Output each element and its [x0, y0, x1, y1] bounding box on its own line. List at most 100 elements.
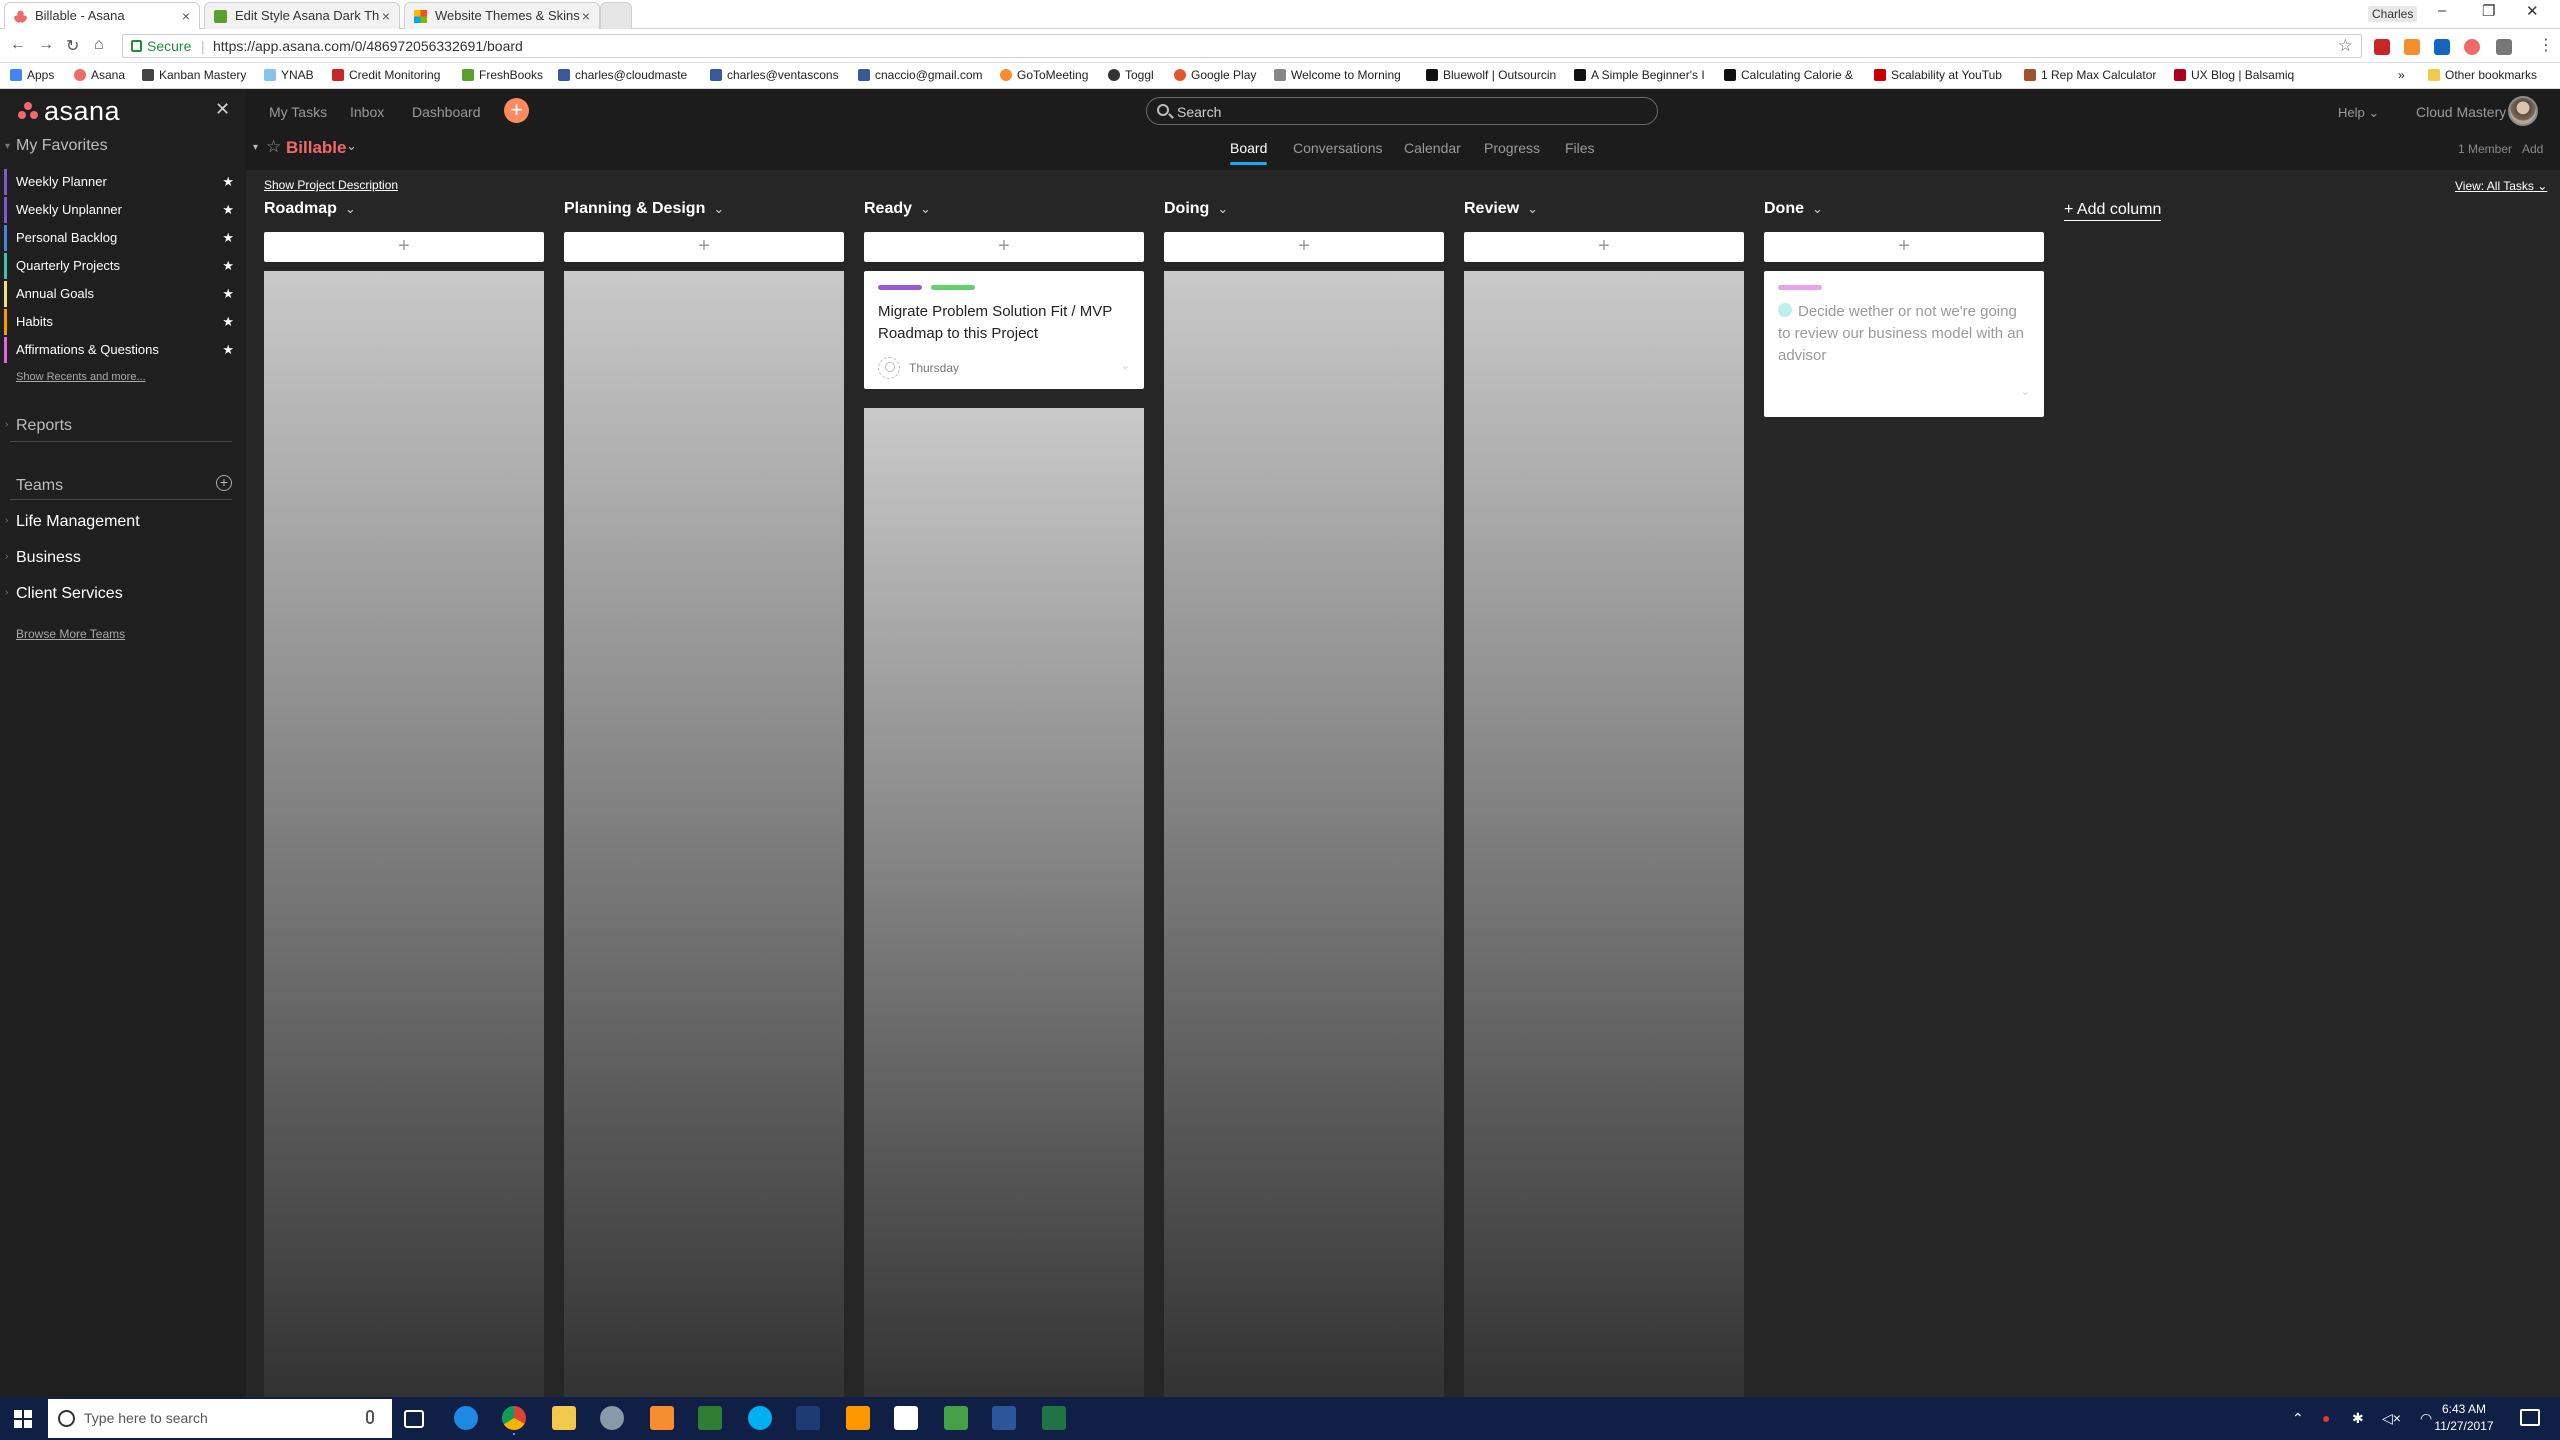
- firefox-icon[interactable]: [650, 1406, 674, 1430]
- favorite-weekly-unplanner[interactable]: Weekly Unplanner ★: [4, 197, 236, 223]
- browser-tab-website-themes[interactable]: Website Themes & Skins ×: [404, 2, 600, 29]
- bookmark-item[interactable]: Asana: [74, 68, 125, 82]
- card-menu-chevron-icon[interactable]: ⌄: [2021, 385, 2030, 398]
- bookmark-item[interactable]: charles@ventascons: [710, 68, 839, 82]
- quick-add-plus-button[interactable]: +: [504, 98, 529, 123]
- favorite-star-icon[interactable]: ☆: [266, 137, 281, 157]
- skype-icon[interactable]: [748, 1406, 772, 1430]
- collapse-caret-icon[interactable]: ▾: [5, 141, 10, 152]
- bookmark-item[interactable]: 1 Rep Max Calculator: [2024, 68, 2156, 82]
- reload-icon[interactable]: ↻: [66, 36, 79, 56]
- project-name[interactable]: Billable: [286, 138, 346, 158]
- bookmark-item[interactable]: charles@cloudmaste: [558, 68, 687, 82]
- windows-start-icon[interactable]: [14, 1410, 32, 1428]
- bookmark-item[interactable]: YNAB: [264, 68, 314, 82]
- star-icon[interactable]: ★: [222, 225, 234, 251]
- tab-conversations[interactable]: Conversations: [1293, 140, 1383, 156]
- excel-icon[interactable]: [1042, 1406, 1066, 1430]
- taskbar-search-input[interactable]: Type here to search: [48, 1399, 392, 1438]
- new-tab-button[interactable]: [600, 2, 632, 29]
- bookmark-item[interactable]: Apps: [10, 68, 54, 82]
- bookmark-item[interactable]: Kanban Mastery: [142, 68, 246, 82]
- project-menu-chevron-icon[interactable]: ⌄: [346, 138, 357, 154]
- back-arrow-icon[interactable]: ←: [10, 36, 26, 54]
- add-task-button[interactable]: +: [1164, 232, 1444, 262]
- nav-inbox[interactable]: Inbox: [350, 104, 384, 120]
- add-task-button[interactable]: +: [864, 232, 1144, 262]
- help-menu[interactable]: Help ⌄: [2338, 105, 2379, 121]
- star-icon[interactable]: ★: [222, 337, 234, 363]
- close-tab-icon[interactable]: ×: [182, 3, 190, 29]
- chrome-browser-icon[interactable]: [502, 1406, 526, 1430]
- tray-overflow-icon[interactable]: ⌃: [2292, 1410, 2304, 1427]
- chevron-down-icon[interactable]: ⌄: [1217, 201, 1228, 216]
- add-task-button[interactable]: +: [264, 232, 544, 262]
- people-app-icon[interactable]: [600, 1406, 624, 1430]
- add-member-link[interactable]: Add: [2522, 142, 2543, 156]
- star-icon[interactable]: ★: [222, 169, 234, 195]
- column-header[interactable]: Doing ⌄: [1164, 200, 1228, 218]
- task-card[interactable]: Migrate Problem Solution Fit / MVP Roadm…: [864, 271, 1144, 389]
- word-icon[interactable]: [992, 1406, 1016, 1430]
- extension-icon[interactable]: [2434, 39, 2450, 55]
- bookmark-item[interactable]: Scalability at YouTub: [1874, 68, 2002, 82]
- favorite-affirmations-questions[interactable]: Affirmations & Questions ★: [4, 337, 236, 363]
- bookmark-item[interactable]: UX Blog | Balsamiq: [2174, 68, 2294, 82]
- favorite-annual-goals[interactable]: Annual Goals ★: [4, 281, 236, 307]
- close-tab-icon[interactable]: ×: [582, 3, 590, 29]
- tray-settings-icon[interactable]: ✱: [2352, 1410, 2364, 1427]
- due-date[interactable]: Thursday: [909, 361, 959, 375]
- team-life-management[interactable]: Life Management: [16, 513, 140, 531]
- view-filter-dropdown[interactable]: View: All Tasks ⌄: [2455, 179, 2547, 193]
- tab-progress[interactable]: Progress: [1484, 140, 1540, 156]
- bookmark-item[interactable]: A Simple Beginner's I: [1574, 68, 1705, 82]
- bookmark-item[interactable]: FreshBooks: [462, 68, 543, 82]
- column-header[interactable]: Ready ⌄: [864, 200, 931, 218]
- app-icon[interactable]: [698, 1406, 722, 1430]
- chevron-down-icon[interactable]: ⌄: [345, 201, 356, 216]
- extension-icon[interactable]: [2496, 39, 2512, 55]
- bookmark-item[interactable]: Google Play: [1174, 68, 1256, 82]
- calculator-icon[interactable]: [894, 1406, 918, 1430]
- nav-dashboard[interactable]: Dashboard: [412, 104, 481, 120]
- card-menu-chevron-icon[interactable]: ⌄: [1121, 359, 1130, 372]
- expand-caret-icon[interactable]: ›: [5, 419, 8, 430]
- expand-caret-icon[interactable]: ›: [5, 515, 8, 526]
- members-count[interactable]: 1 Member: [2458, 142, 2512, 156]
- bookmark-item[interactable]: GoToMeeting: [1000, 68, 1088, 82]
- bookmark-item[interactable]: Welcome to Morning: [1274, 68, 1401, 82]
- add-column-button[interactable]: + Add column: [2064, 201, 2162, 221]
- extension-icon[interactable]: [2374, 39, 2390, 55]
- nav-my-tasks[interactable]: My Tasks: [269, 104, 327, 120]
- add-task-button[interactable]: +: [1764, 232, 2044, 262]
- team-client-services[interactable]: Client Services: [16, 585, 123, 603]
- file-explorer-icon[interactable]: [552, 1406, 576, 1430]
- close-tab-icon[interactable]: ×: [382, 3, 390, 29]
- favorite-habits[interactable]: Habits ★: [4, 309, 236, 335]
- bookmark-item[interactable]: Toggl: [1108, 68, 1154, 82]
- forward-arrow-icon[interactable]: →: [38, 36, 54, 54]
- reports-link[interactable]: Reports: [16, 417, 72, 435]
- address-bar[interactable]: Secure | https://app.asana.com/0/4869720…: [122, 34, 2362, 58]
- column-header[interactable]: Planning & Design ⌄: [564, 200, 724, 218]
- chevron-down-icon[interactable]: ⌄: [1812, 201, 1823, 216]
- star-icon[interactable]: ★: [222, 197, 234, 223]
- action-center-icon[interactable]: [2520, 1409, 2540, 1426]
- bookmark-item[interactable]: Bluewolf | Outsourcin: [1426, 68, 1556, 82]
- chevron-down-icon[interactable]: ⌄: [1527, 201, 1538, 216]
- column-header[interactable]: Review ⌄: [1464, 200, 1538, 218]
- url-text[interactable]: https://app.asana.com/0/486972056332691/…: [213, 38, 523, 54]
- microphone-icon[interactable]: [366, 1410, 374, 1424]
- powershell-icon[interactable]: [796, 1406, 820, 1430]
- browse-more-teams-link[interactable]: Browse More Teams: [16, 627, 125, 641]
- edge-browser-icon[interactable]: [454, 1406, 478, 1430]
- completed-check-icon[interactable]: [1778, 303, 1792, 317]
- expand-caret-icon[interactable]: ›: [5, 587, 8, 598]
- star-icon[interactable]: ★: [222, 281, 234, 307]
- task-card-completed[interactable]: Decide wether or not we're going to revi…: [1764, 271, 2044, 417]
- task-view-icon[interactable]: [404, 1410, 424, 1428]
- close-sidebar-icon[interactable]: ✕: [215, 99, 230, 120]
- star-icon[interactable]: ★: [222, 309, 234, 335]
- browser-tab-edit-style[interactable]: Edit Style Asana Dark Th ×: [204, 2, 400, 29]
- app-icon[interactable]: [944, 1406, 968, 1430]
